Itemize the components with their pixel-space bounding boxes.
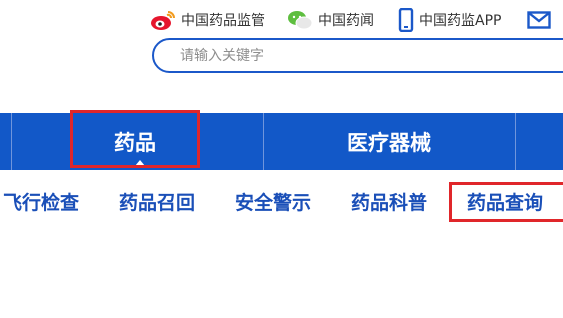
top-links-bar: 中国药品监管 中国药闻 中国药监APP: [0, 0, 563, 40]
sub-nav-item-drug-query[interactable]: 药品查询: [467, 188, 543, 215]
weibo-icon: [151, 11, 175, 30]
active-tab-caret: [135, 160, 145, 166]
mail-icon: [527, 11, 551, 29]
tab-medical-devices-label: 医疗器械: [347, 130, 431, 155]
weibo-link-label: 中国药品监管: [181, 13, 265, 29]
tab-medical-devices[interactable]: 医疗器械: [264, 113, 514, 170]
nav-divider: [515, 113, 516, 170]
weibo-link[interactable]: 中国药品监管: [150, 6, 265, 34]
search-input[interactable]: [180, 46, 560, 66]
app-link[interactable]: 中国药监APP: [398, 6, 501, 34]
wechat-icon: [288, 11, 313, 30]
wechat-link-label: 中国药闻: [318, 13, 374, 29]
wechat-link[interactable]: 中国药闻: [287, 6, 374, 34]
nav-divider: [11, 113, 12, 170]
search-box: [152, 38, 563, 73]
sub-nav: 飞行检查 药品召回 安全警示 药品科普 药品查询: [0, 182, 563, 222]
main-nav-bar: 药品 医疗器械: [0, 113, 563, 170]
sub-nav-item-flight-inspection[interactable]: 飞行检查: [3, 188, 79, 215]
mail-link[interactable]: [527, 6, 557, 34]
app-link-label: 中国药监APP: [419, 13, 502, 29]
tab-drugs-label: 药品: [114, 130, 156, 155]
sub-nav-item-drug-science[interactable]: 药品科普: [351, 188, 427, 215]
sub-nav-item-safety-warning[interactable]: 安全警示: [235, 188, 311, 215]
phone-icon: [398, 8, 414, 32]
sub-nav-item-drug-recall[interactable]: 药品召回: [119, 188, 195, 215]
